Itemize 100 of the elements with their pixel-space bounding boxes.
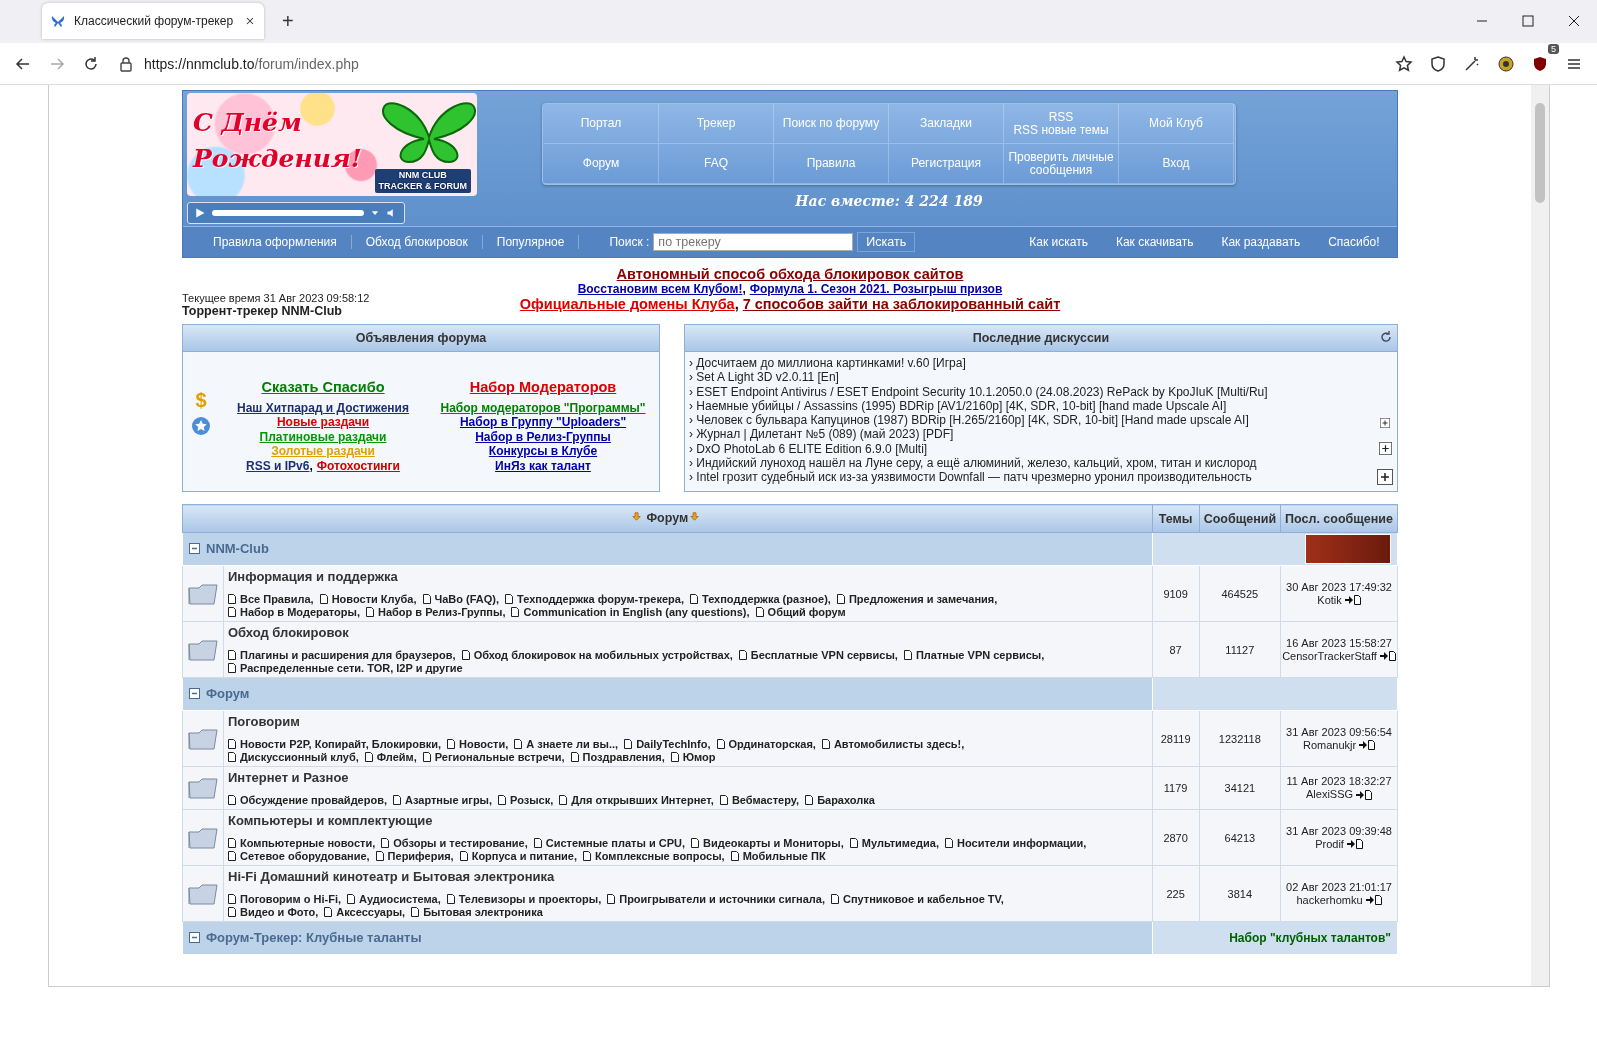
discussion-link[interactable]: › Индийский луноход нашёл на Луне серу, а ещё алюминий, железо, кальций, хром, титан и кислород: [689, 456, 1377, 471]
search-button[interactable]: Искать: [857, 232, 916, 252]
refresh-icon[interactable]: [1379, 330, 1393, 344]
subforum-link[interactable]: Автомобилисты здесь!,: [833, 738, 965, 750]
username-link[interactable]: AlexiSSG: [1306, 788, 1354, 801]
subforum-link[interactable]: Обход блокировок на мобильных устройствах,: [473, 649, 733, 661]
link[interactable]: Наш Хитпарад и Достижения: [237, 400, 409, 415]
username-link[interactable]: CensorTrackerStaff: [1282, 649, 1377, 663]
link[interactable]: Новые раздачи: [276, 415, 370, 430]
goto-post-icon[interactable]: [1365, 895, 1382, 905]
goto-post-icon[interactable]: [1356, 789, 1373, 800]
subforum-link[interactable]: Аксессуары,: [336, 906, 406, 918]
scrollbar[interactable]: [1531, 85, 1549, 986]
link[interactable]: Автономный способ обхода блокировок сайтов: [616, 266, 964, 282]
subforum-link[interactable]: Техподдержка форум-трекера,: [517, 593, 684, 605]
username-link[interactable]: Prodif: [1315, 837, 1344, 851]
subforum-link[interactable]: Комплексные вопросы,: [595, 850, 725, 862]
discussion-link[interactable]: › Досчитаем до миллиона картинками! v.60 [Игра]: [689, 356, 1377, 371]
category-title[interactable]: NNM-Club: [206, 541, 269, 556]
link[interactable]: Сказать Спасибо: [261, 378, 385, 395]
username-link[interactable]: Romanukjr: [1302, 738, 1357, 752]
subforum-link[interactable]: Видео и Фото,: [240, 906, 319, 918]
subforum-link[interactable]: Спутниковое и кабельное TV,: [842, 893, 1004, 905]
link[interactable]: Фотохостинги: [316, 458, 400, 473]
subforum-link[interactable]: Корпуса и питание,: [471, 850, 578, 862]
discussion-link[interactable]: › Человек с бульвара Капуцинов (1987) BDRip [H.265/2160p] [4K, SDR, 10-bit] [Hand made upscale AI]: [689, 413, 1377, 428]
link[interactable]: Официальные домены Клуба: [519, 296, 735, 312]
link[interactable]: Набор в Релиз-Группы: [475, 429, 611, 444]
banner-image[interactable]: [1305, 534, 1391, 564]
discussion-link[interactable]: › DxO PhotoLab 6 ELITE Edition 6.9.0 [Multi]: [689, 441, 1377, 457]
nav-link[interactable]: Как скачивать: [1101, 235, 1208, 249]
link[interactable]: Платиновые раздачи: [259, 429, 387, 444]
subforum-link[interactable]: Компьютерные новости,: [240, 837, 376, 849]
forum-title[interactable]: Информация и поддержка: [228, 569, 398, 584]
discussion-link[interactable]: › Журнал | Дилетант №5 (089) (май 2023) [PDF]: [689, 427, 1377, 442]
collapse-icon[interactable]: [189, 932, 200, 943]
goto-post-icon[interactable]: [1346, 839, 1363, 849]
subforum-link[interactable]: Набор в Релиз-Группы,: [378, 606, 506, 618]
subforum-link[interactable]: Поздравления,: [582, 751, 665, 763]
subforum-link[interactable]: Дискуссионный клуб,: [240, 751, 359, 763]
subforum-link[interactable]: Новости P2P, Копирайт, Блокировки,: [240, 738, 442, 750]
discussion-link[interactable]: › Set A Light 3D v2.0.11 [En]: [689, 370, 1377, 385]
nav-link[interactable]: Как искать: [1015, 235, 1102, 249]
nav-link[interactable]: Спасибо!: [1314, 235, 1394, 249]
expand-icon[interactable]: [1380, 418, 1390, 428]
discussion-link[interactable]: › Intel грозит судебный иск из-за уязвимости Downfall — патч чрезмерно уронил производительность: [689, 470, 1377, 485]
subforum-link[interactable]: Видеокарты и Мониторы,: [703, 837, 844, 849]
subforum-link[interactable]: Общий форум: [767, 606, 846, 618]
forum-title[interactable]: Компьютеры и комплектующие: [228, 813, 433, 828]
subforum-link[interactable]: Распределенные сети. TOR, I2P и другие: [240, 662, 463, 674]
subforum-link[interactable]: Бесплатные VPN сервисы,: [750, 649, 898, 661]
link[interactable]: Набор модераторов "Программы": [440, 400, 646, 415]
subforum-link[interactable]: Мобильные ПК: [742, 850, 826, 862]
discussion-link[interactable]: › ESET Endpoint Antivirus / ESET Endpoint Security 10.1.2050.0 (24.08.2023) RePack by KpoJIuK [Multi/Ru]: [689, 384, 1377, 399]
nav-link[interactable]: Правила оформления: [199, 235, 352, 249]
subforum-link[interactable]: Флейм,: [376, 751, 417, 763]
subforum-link[interactable]: Аудиосистема,: [359, 893, 441, 905]
goto-post-icon[interactable]: [1344, 595, 1361, 605]
subforum-link[interactable]: Периферия,: [387, 850, 454, 862]
link[interactable]: ИнЯз как талант: [495, 458, 591, 473]
url-text[interactable]: https://nnmclub.to/forum/index.php: [144, 55, 359, 72]
seek-bar[interactable]: [212, 210, 364, 217]
collapse-icon[interactable]: [189, 543, 200, 554]
subforum-link[interactable]: Все Правила,: [240, 593, 314, 605]
subforum-link[interactable]: А знаете ли вы..,: [526, 738, 619, 750]
subforum-link[interactable]: Новости Клуба,: [331, 593, 417, 605]
new-tab-button[interactable]: +: [278, 10, 298, 33]
nav-link[interactable]: Как раздавать: [1207, 235, 1315, 249]
browser-tab[interactable]: Классический форум-трекер: [42, 3, 264, 39]
collapse-icon[interactable]: [189, 688, 200, 699]
subforum-link[interactable]: Региональные встречи,: [434, 751, 565, 763]
link[interactable]: Набор в Группу "Uploaders": [459, 415, 627, 430]
subforum-link[interactable]: Техподдержка (разное),: [701, 593, 831, 605]
star-icon[interactable]: [1395, 54, 1413, 73]
subforum-link[interactable]: Набор в Модераторы,: [240, 606, 360, 618]
category-title[interactable]: Форум-Трекер: Клубные таланты: [206, 930, 422, 945]
link[interactable]: Конкурсы в Клубе: [488, 444, 598, 459]
discussion-link[interactable]: › Наемные убийцы / Assassins (1995) BDRip [AV1/2160p] [4K, SDR, 10-bit] [hand made Upscale AI]: [689, 398, 1377, 414]
subforum-link[interactable]: DailyTechInfo,: [636, 738, 711, 750]
subforum-link[interactable]: Носители информации,: [957, 837, 1087, 849]
username-link[interactable]: hackerhomku: [1296, 893, 1363, 907]
subforum-link[interactable]: Бытовая электроника: [423, 906, 543, 918]
subforum-link[interactable]: Системные платы и CPU,: [545, 837, 685, 849]
username-link[interactable]: Kotik: [1317, 593, 1342, 607]
logo-banner[interactable]: С Днём Рождения! NNM CLUB TRACKER & FORUM: [187, 93, 477, 197]
category-title[interactable]: Форум: [206, 686, 250, 701]
link[interactable]: 7 способов зайти на заблокированный сайт: [742, 296, 1061, 312]
sparkle-icon[interactable]: [1463, 54, 1481, 73]
subforum-link[interactable]: Барахолка: [817, 794, 875, 806]
shield-icon[interactable]: [1429, 54, 1447, 73]
subforum-link[interactable]: Проигрыватели и источники сигнала,: [619, 893, 825, 905]
nav-link[interactable]: Обход блокировок: [351, 235, 483, 249]
forum-title[interactable]: Обход блокировок: [228, 625, 349, 640]
subforum-link[interactable]: Азартные игры,: [405, 794, 493, 806]
link[interactable]: Набор Модераторов: [469, 378, 617, 395]
forum-title[interactable]: Интернет и Разное: [228, 770, 349, 785]
audio-player[interactable]: [187, 202, 405, 224]
forum-title[interactable]: Поговорим: [228, 714, 300, 729]
subforum-link[interactable]: Обзоры и тестирование,: [393, 837, 528, 849]
extension-icon[interactable]: [1497, 54, 1515, 73]
